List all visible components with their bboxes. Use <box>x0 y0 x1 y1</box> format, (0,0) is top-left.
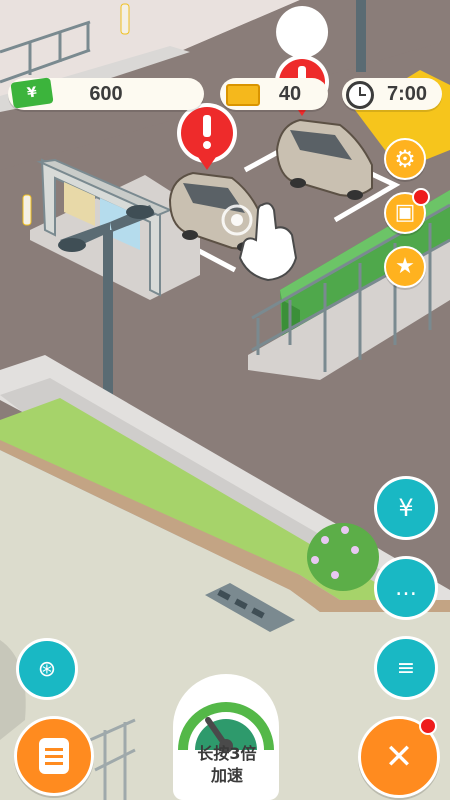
gold-counter: 40 <box>220 78 328 110</box>
chat-button[interactable]: … <box>374 556 438 620</box>
money-bag-icon: ¥ <box>398 494 414 522</box>
clock-icon <box>346 81 374 109</box>
notification-dot <box>419 717 437 735</box>
menu-button[interactable] <box>14 716 94 796</box>
car[interactable] <box>275 118 373 200</box>
messages-button[interactable]: ≡ <box>374 636 438 700</box>
gear-icon: ⚙ <box>394 145 416 173</box>
time-display: 7:00 <box>342 78 442 110</box>
wrench-screwdriver-icon: ✕ <box>384 737 414 777</box>
film-reel-icon: ⊛ <box>37 656 57 682</box>
alert-bubble[interactable] <box>177 103 237 170</box>
gift-button[interactable]: ▣ <box>384 188 430 234</box>
gift-icon: ▣ <box>394 200 416 225</box>
speedometer-icon <box>178 702 274 753</box>
game-screen: ¥ 600 40 7:00 ⚙ ▣ ★ ¥ … ≡ ✕ ⊛ 长按3倍 加速 <box>0 0 450 800</box>
list-icon <box>39 738 69 774</box>
gold-bar-icon <box>226 84 260 106</box>
flower-bush <box>307 523 379 591</box>
speed-up-label-line1: 长按3倍 <box>197 744 257 763</box>
settings-button[interactable]: ⚙ <box>384 138 426 180</box>
gold-value: 40 <box>278 83 302 105</box>
shop-button[interactable]: ¥ <box>374 476 438 540</box>
video-button[interactable]: ⊛ <box>16 638 78 700</box>
notification-dot <box>412 188 430 206</box>
cash-counter: ¥ 600 <box>8 77 204 110</box>
cash-value: 600 <box>89 83 123 105</box>
star-icon: ★ <box>395 254 415 279</box>
speed-up-label: 长按3倍 加速 <box>175 743 279 787</box>
time-value: 7:00 <box>386 83 428 105</box>
build-button[interactable]: ✕ <box>358 716 440 798</box>
message-icon: ≡ <box>396 655 416 681</box>
favorite-button[interactable]: ★ <box>384 246 426 288</box>
speed-up-label-line2: 加速 <box>210 766 243 785</box>
speech-bubble-icon: … <box>395 575 417 601</box>
